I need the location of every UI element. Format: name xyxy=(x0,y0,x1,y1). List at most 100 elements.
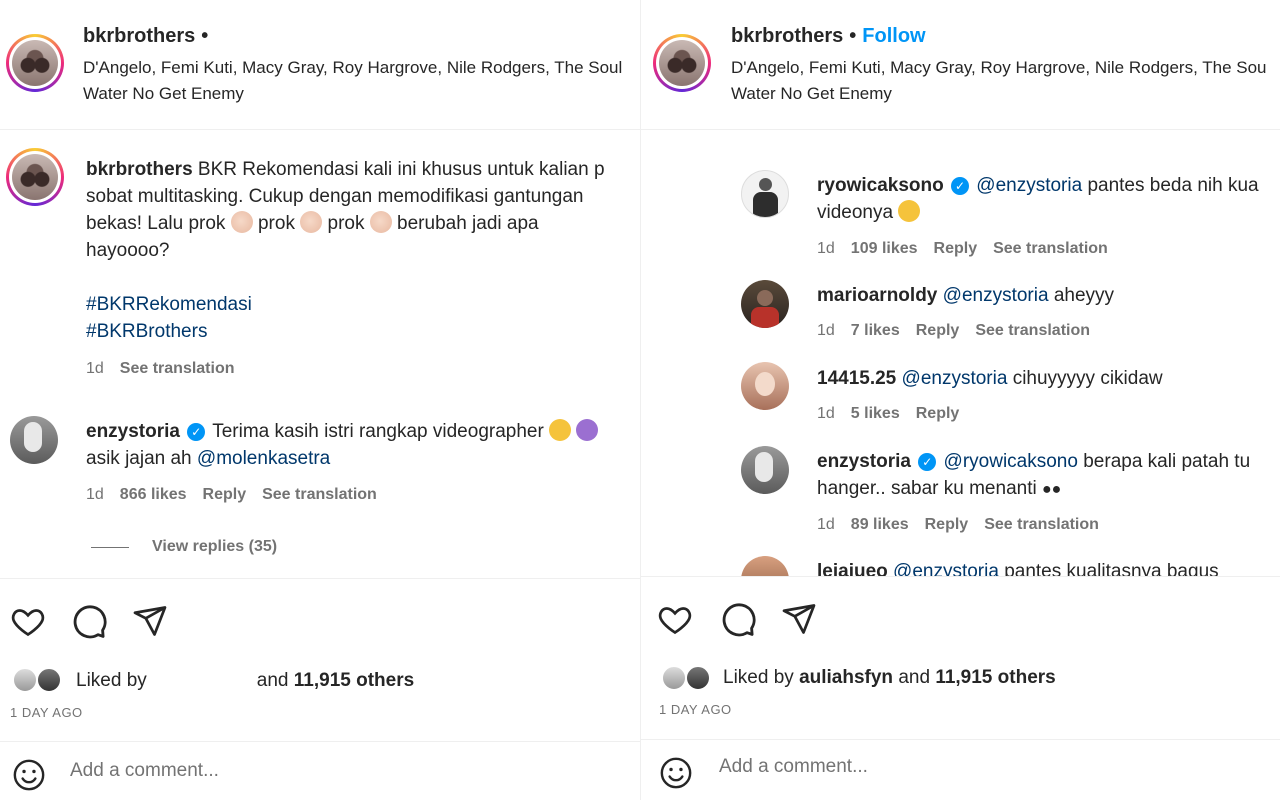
purple-emoji-icon xyxy=(576,419,599,441)
comment-meta: 1d 109 likes Reply See translation xyxy=(817,240,1124,258)
comment-see-translation[interactable]: See translation xyxy=(975,322,1090,339)
comment-time[interactable]: 1d xyxy=(817,516,835,533)
commenter-avatar[interactable] xyxy=(10,416,58,464)
add-comment-bar: Add a comment... xyxy=(641,739,1280,799)
verified-badge-icon: ✓ xyxy=(918,453,937,471)
comment-reply-button[interactable]: Reply xyxy=(916,322,960,339)
music-line-2[interactable]: Water No Get Enemy xyxy=(83,84,244,104)
comment-see-translation[interactable]: See translation xyxy=(993,240,1108,257)
header-dot: • xyxy=(849,25,857,47)
heart-icon[interactable] xyxy=(657,601,693,637)
music-line-2[interactable]: Water No Get Enemy xyxy=(731,84,892,104)
comment-mention[interactable]: @enzystoria xyxy=(976,175,1082,196)
commenter-avatar[interactable] xyxy=(741,170,789,218)
comment-reply-button[interactable]: Reply xyxy=(203,486,247,503)
liked-by-count[interactable]: 11,915 others xyxy=(935,667,1055,688)
comment-bubble-icon[interactable] xyxy=(719,601,757,639)
comment-likes[interactable]: 89 likes xyxy=(851,516,909,533)
comment-see-translation[interactable]: See translation xyxy=(262,486,377,503)
laughing-emoji-icon xyxy=(898,200,921,222)
liker-avatar[interactable] xyxy=(685,665,711,691)
comment-bubble-icon[interactable] xyxy=(70,603,108,641)
hashtag-bkrrekomendasi[interactable]: #BKRRekomendasi xyxy=(86,291,640,318)
liked-by-text: Liked by auliahsfyn and 11,915 others xyxy=(723,667,1056,688)
verified-badge-icon: ✓ xyxy=(187,423,206,441)
right-post-panel: bkrbrothers • Follow D'Angelo, Femi Kuti, … xyxy=(640,0,1280,800)
comment-reply-button[interactable]: Reply xyxy=(925,516,969,533)
liked-by-user[interactable]: auliahsfyn xyxy=(799,667,893,688)
comment-body-2: videonya xyxy=(817,202,894,223)
liker-avatar[interactable] xyxy=(661,665,687,691)
commenter-avatar[interactable] xyxy=(741,446,789,494)
post-header: bkrbrothers • D'Angelo, Femi Kuti, Macy G… xyxy=(0,0,640,130)
comment-likes[interactable]: 109 likes xyxy=(851,240,918,257)
post-time-ago[interactable]: 1 DAY AGO xyxy=(659,702,732,717)
left-post-panel: bkrbrothers • D'Angelo, Femi Kuti, Macy G… xyxy=(0,0,640,800)
header-dot: • xyxy=(201,25,209,47)
add-comment-input[interactable]: Add a comment... xyxy=(719,756,868,778)
comment-time[interactable]: 1d xyxy=(817,240,835,257)
comment-mention[interactable]: @enzystoria xyxy=(902,368,1008,389)
view-replies-button[interactable]: View replies (35) xyxy=(152,538,277,555)
profile-avatar[interactable] xyxy=(6,34,64,92)
heart-icon[interactable] xyxy=(10,603,46,639)
comment-body: cihuyyyyy cikidaw xyxy=(1012,368,1163,389)
comment-reply-button[interactable]: Reply xyxy=(916,405,960,422)
comment-username[interactable]: enzystoria xyxy=(817,451,911,472)
actions-section: Liked by and 11,915 others 1 DAY AGO Add … xyxy=(0,578,640,800)
liked-by-count[interactable]: 11,915 others xyxy=(294,670,414,691)
header-username[interactable]: bkrbrothers xyxy=(83,25,195,47)
comment-meta: 1d 866 likes Reply See translation xyxy=(86,486,393,504)
comment-mention[interactable]: @enzystoria xyxy=(943,285,1049,306)
follow-button[interactable]: Follow xyxy=(862,25,925,47)
comment-text: 14415.25 @enzystoria cihuyyyyy cikidaw xyxy=(817,365,1280,392)
mention-molenkasetra[interactable]: @molenkasetra xyxy=(197,448,330,469)
comment-time[interactable]: 1d xyxy=(817,405,835,422)
comment-text: enzystoria ✓ @ryowicaksono berapa kali p… xyxy=(817,448,1280,503)
commenter-avatar[interactable] xyxy=(741,280,789,328)
caption-line-4: hayoooo? xyxy=(86,240,170,261)
caption-avatar[interactable] xyxy=(6,148,64,206)
comment-likes[interactable]: 7 likes xyxy=(851,322,900,339)
comment-body: aheyyy xyxy=(1053,285,1115,306)
comment-body: pantes beda nih kua xyxy=(1087,175,1259,196)
comment-likes[interactable]: 5 likes xyxy=(851,405,900,422)
comment-username[interactable]: 14415.25 xyxy=(817,368,896,389)
music-line-1[interactable]: D'Angelo, Femi Kuti, Macy Gray, Roy Harg… xyxy=(83,58,622,78)
clap-emoji-icon xyxy=(300,211,323,233)
caption-see-translation[interactable]: See translation xyxy=(120,360,235,377)
clap-emoji-icon xyxy=(230,211,253,233)
comment-username[interactable]: marioarnoldy xyxy=(817,285,937,306)
comment-body-2: hanger.. sabar ku menanti xyxy=(817,478,1037,499)
post-time-ago[interactable]: 1 DAY AGO xyxy=(10,705,83,720)
replies-divider xyxy=(91,547,129,548)
music-line-1[interactable]: D'Angelo, Femi Kuti, Macy Gray, Roy Harg… xyxy=(731,58,1267,78)
liked-by-text: Liked by and 11,915 others xyxy=(76,670,415,691)
smiley-icon[interactable] xyxy=(12,758,46,792)
comment-username[interactable]: ryowicaksono xyxy=(817,175,944,196)
comment-line-1: Terima kasih istri rangkap videographer xyxy=(212,421,544,442)
comment-time[interactable]: 1d xyxy=(86,486,104,503)
smiley-icon[interactable] xyxy=(659,756,693,790)
liker-avatar[interactable] xyxy=(12,667,38,693)
add-comment-input[interactable]: Add a comment... xyxy=(70,760,219,782)
comment-reply-button[interactable]: Reply xyxy=(934,240,978,257)
comment-likes[interactable]: 866 likes xyxy=(120,486,187,503)
comment-username[interactable]: enzystoria xyxy=(86,421,180,442)
paper-plane-icon[interactable] xyxy=(132,603,168,639)
comment-meta: 1d 89 likes Reply See translation xyxy=(817,516,1115,534)
hashtag-bkrbrothers[interactable]: #BKRBrothers xyxy=(86,318,640,345)
liker-avatar[interactable] xyxy=(36,667,62,693)
comment-see-translation[interactable]: See translation xyxy=(984,516,1099,533)
profile-avatar[interactable] xyxy=(653,34,711,92)
header-username[interactable]: bkrbrothers xyxy=(731,25,843,47)
comment-text: ryowicaksono ✓ @enzystoria pantes beda n… xyxy=(817,172,1280,226)
paper-plane-icon[interactable] xyxy=(781,601,817,637)
comment-mention[interactable]: @ryowicaksono xyxy=(944,451,1078,472)
commenter-avatar[interactable] xyxy=(741,362,789,410)
comment-time[interactable]: 1d xyxy=(817,322,835,339)
caption-username[interactable]: bkrbrothers xyxy=(86,159,193,180)
comment-text: marioarnoldy @enzystoria aheyyy xyxy=(817,282,1280,309)
verified-badge-icon: ✓ xyxy=(951,177,969,195)
caption-time[interactable]: 1d xyxy=(86,360,104,377)
